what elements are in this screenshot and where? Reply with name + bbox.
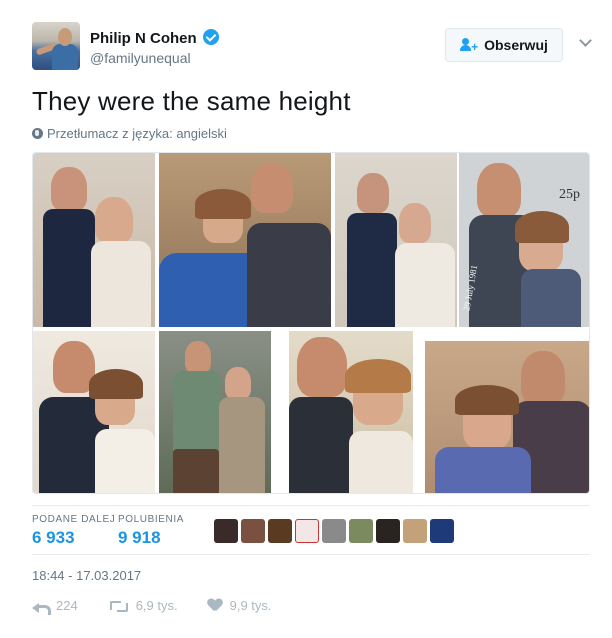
translate-link[interactable]: Przetłumacz z języka: angielski <box>32 126 227 141</box>
reply-count: 224 <box>56 598 78 613</box>
likes-value: 9 918 <box>118 528 161 547</box>
translate-label: Przetłumacz z języka: angielski <box>47 126 227 141</box>
collage-photo-1 <box>33 153 155 327</box>
tweet-media-collage[interactable]: 25p 29 July 1981 <box>32 152 590 494</box>
liker-avatars <box>214 519 454 543</box>
follow-user-icon: + <box>460 38 478 53</box>
heart-icon <box>208 599 222 612</box>
retweets-stat[interactable]: PODANE DALEJ 6 933 <box>32 514 115 548</box>
liker-avatar[interactable] <box>295 519 319 543</box>
like-button[interactable]: 9,9 tys. <box>208 598 272 613</box>
liker-avatar[interactable] <box>430 519 454 543</box>
tweet-actions: 224 6,9 tys. 9,9 tys. <box>32 598 302 615</box>
tweet-header: Philip N Cohen @familyunequal + Obserwuj <box>32 22 592 72</box>
reply-button[interactable]: 224 <box>32 598 78 615</box>
collage-photo-6 <box>159 331 271 493</box>
liker-avatar[interactable] <box>241 519 265 543</box>
author-handle[interactable]: @familyunequal <box>90 50 191 66</box>
reply-icon <box>32 600 51 615</box>
like-count: 9,9 tys. <box>229 598 272 613</box>
retweets-value: 6 933 <box>32 528 75 547</box>
author-name-text[interactable]: Philip N Cohen <box>90 30 197 47</box>
likes-stat[interactable]: POLUBIENIA 9 918 <box>118 514 184 548</box>
collage-photo-stamp: 25p 29 July 1981 <box>459 153 589 327</box>
follow-button-label: Obserwuj <box>484 37 548 53</box>
collage-photo-3 <box>335 153 457 327</box>
chevron-down-icon[interactable] <box>578 36 592 50</box>
collage-photo-8 <box>425 341 589 493</box>
retweets-label: PODANE DALEJ <box>32 514 116 525</box>
retweet-icon <box>108 599 128 612</box>
collage-photo-7 <box>289 331 413 493</box>
liker-avatar[interactable] <box>214 519 238 543</box>
author-name[interactable]: Philip N Cohen <box>90 29 219 47</box>
liker-avatar[interactable] <box>403 519 427 543</box>
follow-button[interactable]: + Obserwuj <box>445 28 563 62</box>
retweet-count: 6,9 tys. <box>135 598 178 613</box>
liker-avatar[interactable] <box>268 519 292 543</box>
collage-photo-2 <box>159 153 331 327</box>
verified-badge-icon <box>202 29 219 45</box>
author-avatar[interactable] <box>32 22 80 70</box>
liker-avatar[interactable] <box>376 519 400 543</box>
likes-label: POLUBIENIA <box>118 514 185 525</box>
tweet-text: They were the same height <box>32 86 351 116</box>
tweet-stats: PODANE DALEJ 6 933 POLUBIENIA 9 918 <box>32 505 590 555</box>
tweet-timestamp[interactable]: 18:44 - 17.03.2017 <box>32 568 141 583</box>
retweet-button[interactable]: 6,9 tys. <box>108 598 178 613</box>
liker-avatar[interactable] <box>349 519 373 543</box>
liker-avatar[interactable] <box>322 519 346 543</box>
collage-photo-5 <box>33 331 155 493</box>
globe-icon <box>32 128 43 139</box>
stamp-value: 25p <box>559 187 580 202</box>
